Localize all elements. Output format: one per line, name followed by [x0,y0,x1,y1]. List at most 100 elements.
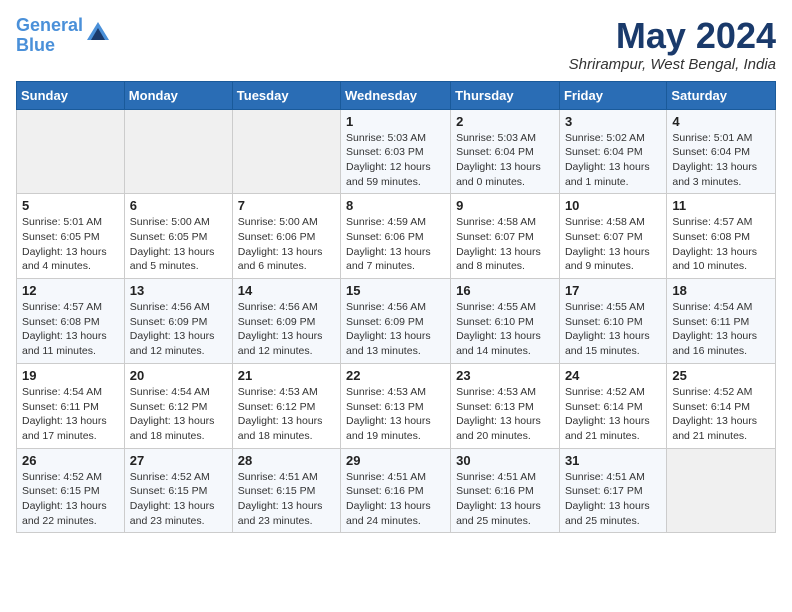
day-info: Sunrise: 4:51 AM Sunset: 6:16 PM Dayligh… [456,470,554,529]
calendar-cell: 14Sunrise: 4:56 AM Sunset: 6:09 PM Dayli… [232,279,340,364]
day-info: Sunrise: 4:53 AM Sunset: 6:13 PM Dayligh… [346,385,445,444]
calendar-week-1: 1 Sunrise: 5:03 AM Sunset: 6:03 PM Daylig… [17,109,776,194]
calendar-cell: 26Sunrise: 4:52 AM Sunset: 6:15 PM Dayli… [17,448,125,533]
day-number: 24 [565,368,661,383]
day-info: Sunrise: 5:00 AM Sunset: 6:05 PM Dayligh… [130,215,227,274]
day-number: 1 [346,114,445,129]
calendar-week-5: 26Sunrise: 4:52 AM Sunset: 6:15 PM Dayli… [17,448,776,533]
day-number: 28 [238,453,335,468]
day-info: Sunrise: 5:02 AM Sunset: 6:04 PM Dayligh… [565,131,661,190]
calendar-cell: 23 Sunrise: 4:53 AM Sunset: 6:13 PM Dayli… [451,363,560,448]
day-number: 6 [130,198,227,213]
calendar-cell: 29 Sunrise: 4:51 AM Sunset: 6:16 PM Dayli… [341,448,451,533]
calendar-cell: 20Sunrise: 4:54 AM Sunset: 6:12 PM Dayli… [124,363,232,448]
day-number: 7 [238,198,335,213]
calendar-cell: 3 Sunrise: 5:02 AM Sunset: 6:04 PM Daylig… [559,109,666,194]
day-info: Sunrise: 4:56 AM Sunset: 6:09 PM Dayligh… [346,300,445,359]
calendar-cell: 22 Sunrise: 4:53 AM Sunset: 6:13 PM Dayli… [341,363,451,448]
day-number: 25 [672,368,770,383]
day-info: Sunrise: 4:57 AM Sunset: 6:08 PM Dayligh… [22,300,119,359]
day-number: 29 [346,453,445,468]
weekday-header-monday: Monday [124,81,232,109]
day-info: Sunrise: 5:00 AM Sunset: 6:06 PM Dayligh… [238,215,335,274]
day-info: Sunrise: 4:52 AM Sunset: 6:14 PM Dayligh… [672,385,770,444]
calendar-cell: 11 Sunrise: 4:57 AM Sunset: 6:08 PM Dayli… [667,194,776,279]
day-number: 23 [456,368,554,383]
day-number: 31 [565,453,661,468]
calendar-cell: 12 Sunrise: 4:57 AM Sunset: 6:08 PM Dayli… [17,279,125,364]
title-block: May 2024 Shrirampur, West Bengal, India [569,16,776,73]
day-info: Sunrise: 5:01 AM Sunset: 6:05 PM Dayligh… [22,215,119,274]
weekday-header-row: SundayMondayTuesdayWednesdayThursdayFrid… [17,81,776,109]
day-number: 30 [456,453,554,468]
calendar-cell: 9 Sunrise: 4:58 AM Sunset: 6:07 PM Daylig… [451,194,560,279]
day-number: 12 [22,283,119,298]
day-number: 11 [672,198,770,213]
calendar-cell: 6 Sunrise: 5:00 AM Sunset: 6:05 PM Daylig… [124,194,232,279]
day-info: Sunrise: 4:51 AM Sunset: 6:16 PM Dayligh… [346,470,445,529]
calendar-cell: 24 Sunrise: 4:52 AM Sunset: 6:14 PM Dayli… [559,363,666,448]
day-number: 2 [456,114,554,129]
day-number: 14 [238,283,335,298]
day-number: 13 [130,283,227,298]
calendar-cell [17,109,125,194]
logo-text: GeneralBlue [16,16,83,56]
calendar-cell: 19 Sunrise: 4:54 AM Sunset: 6:11 PM Dayli… [17,363,125,448]
calendar-cell: 5 Sunrise: 5:01 AM Sunset: 6:05 PM Daylig… [17,194,125,279]
page-header: GeneralBlue May 2024 Shrirampur, West Be… [16,16,776,73]
calendar-cell [124,109,232,194]
calendar-cell [232,109,340,194]
day-number: 8 [346,198,445,213]
day-info: Sunrise: 4:54 AM Sunset: 6:11 PM Dayligh… [672,300,770,359]
calendar-cell: 28 Sunrise: 4:51 AM Sunset: 6:15 PM Dayli… [232,448,340,533]
day-info: Sunrise: 4:56 AM Sunset: 6:09 PM Dayligh… [130,300,227,359]
day-info: Sunrise: 4:52 AM Sunset: 6:15 PM Dayligh… [22,470,119,529]
day-info: Sunrise: 4:55 AM Sunset: 6:10 PM Dayligh… [456,300,554,359]
day-info: Sunrise: 4:58 AM Sunset: 6:07 PM Dayligh… [456,215,554,274]
day-number: 27 [130,453,227,468]
day-info: Sunrise: 4:59 AM Sunset: 6:06 PM Dayligh… [346,215,445,274]
day-info: Sunrise: 4:52 AM Sunset: 6:14 PM Dayligh… [565,385,661,444]
calendar-week-4: 19 Sunrise: 4:54 AM Sunset: 6:11 PM Dayli… [17,363,776,448]
calendar-cell: 2 Sunrise: 5:03 AM Sunset: 6:04 PM Daylig… [451,109,560,194]
day-number: 20 [130,368,227,383]
day-number: 21 [238,368,335,383]
day-number: 9 [456,198,554,213]
weekday-header-thursday: Thursday [451,81,560,109]
day-info: Sunrise: 5:01 AM Sunset: 6:04 PM Dayligh… [672,131,770,190]
weekday-header-sunday: Sunday [17,81,125,109]
weekday-header-saturday: Saturday [667,81,776,109]
day-number: 5 [22,198,119,213]
calendar-cell: 18 Sunrise: 4:54 AM Sunset: 6:11 PM Dayli… [667,279,776,364]
calendar-week-3: 12 Sunrise: 4:57 AM Sunset: 6:08 PM Dayli… [17,279,776,364]
logo-icon [87,22,109,40]
calendar-cell: 17Sunrise: 4:55 AM Sunset: 6:10 PM Dayli… [559,279,666,364]
day-number: 19 [22,368,119,383]
calendar-cell: 31Sunrise: 4:51 AM Sunset: 6:17 PM Dayli… [559,448,666,533]
location-text: Shrirampur, West Bengal, India [569,56,776,73]
logo: GeneralBlue [16,16,109,56]
day-info: Sunrise: 4:53 AM Sunset: 6:13 PM Dayligh… [456,385,554,444]
calendar-cell: 7 Sunrise: 5:00 AM Sunset: 6:06 PM Daylig… [232,194,340,279]
month-title: May 2024 [569,16,776,56]
day-info: Sunrise: 5:03 AM Sunset: 6:03 PM Dayligh… [346,131,445,190]
day-number: 4 [672,114,770,129]
day-number: 3 [565,114,661,129]
day-info: Sunrise: 4:54 AM Sunset: 6:11 PM Dayligh… [22,385,119,444]
day-number: 22 [346,368,445,383]
day-info: Sunrise: 4:58 AM Sunset: 6:07 PM Dayligh… [565,215,661,274]
weekday-header-tuesday: Tuesday [232,81,340,109]
calendar-week-2: 5 Sunrise: 5:01 AM Sunset: 6:05 PM Daylig… [17,194,776,279]
day-number: 18 [672,283,770,298]
calendar-cell: 8 Sunrise: 4:59 AM Sunset: 6:06 PM Daylig… [341,194,451,279]
calendar-cell: 10Sunrise: 4:58 AM Sunset: 6:07 PM Dayli… [559,194,666,279]
day-info: Sunrise: 5:03 AM Sunset: 6:04 PM Dayligh… [456,131,554,190]
calendar-cell: 16Sunrise: 4:55 AM Sunset: 6:10 PM Dayli… [451,279,560,364]
day-info: Sunrise: 4:51 AM Sunset: 6:15 PM Dayligh… [238,470,335,529]
calendar-cell: 4 Sunrise: 5:01 AM Sunset: 6:04 PM Daylig… [667,109,776,194]
day-info: Sunrise: 4:57 AM Sunset: 6:08 PM Dayligh… [672,215,770,274]
calendar-cell [667,448,776,533]
calendar-table: SundayMondayTuesdayWednesdayThursdayFrid… [16,81,776,534]
calendar-header: SundayMondayTuesdayWednesdayThursdayFrid… [17,81,776,109]
calendar-cell: 1 Sunrise: 5:03 AM Sunset: 6:03 PM Daylig… [341,109,451,194]
